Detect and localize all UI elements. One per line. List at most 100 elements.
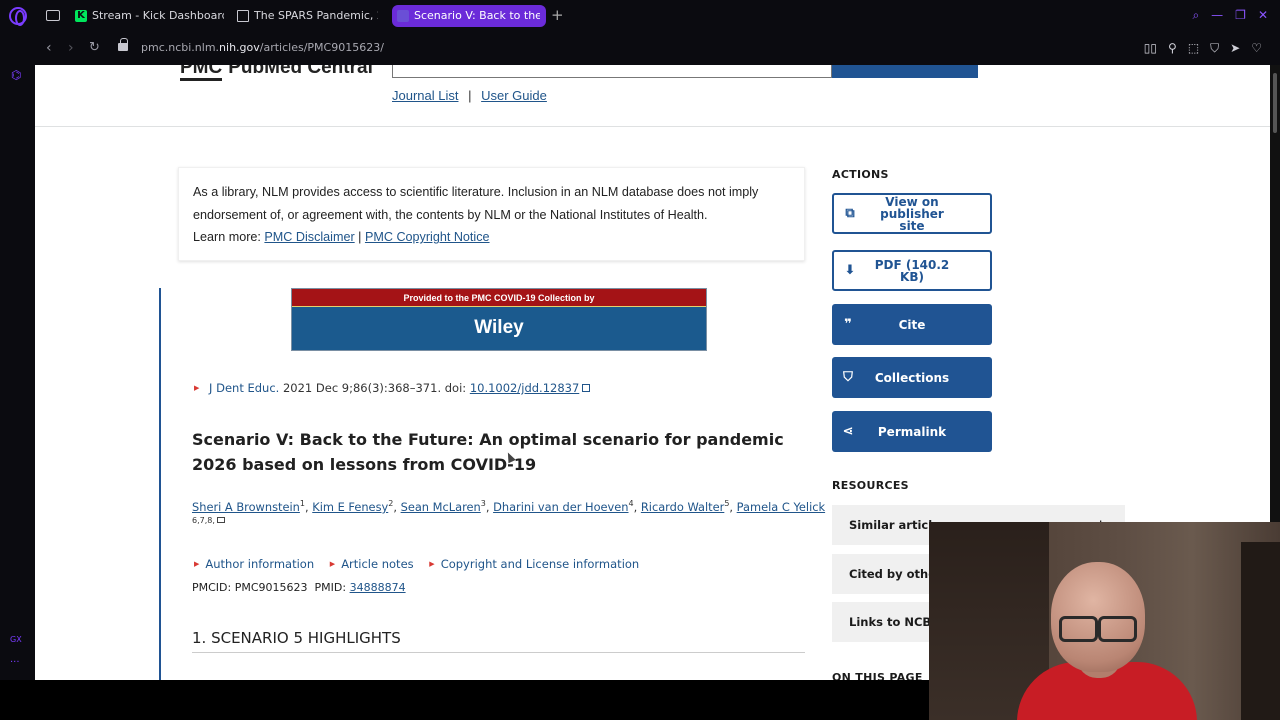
- author-link[interactable]: Ricardo Walter: [641, 500, 724, 514]
- author-affiliation: 3: [480, 499, 486, 508]
- article-ids: PMCID: PMC9015623 PMID: 34888874: [192, 581, 406, 594]
- tab-label: Stream - Kick Dashboard: [92, 9, 224, 22]
- tab-spars-pandemic[interactable]: The SPARS Pandemic, 2025: [232, 5, 384, 27]
- expand-triangle-icon[interactable]: ▶: [194, 384, 199, 392]
- permalink-button[interactable]: ⋖ Permalink: [832, 411, 992, 452]
- section-divider: [192, 652, 805, 653]
- shield-icon[interactable]: ⛉: [1210, 41, 1219, 56]
- pmc-favicon-icon: [397, 10, 409, 22]
- email-icon[interactable]: [216, 517, 225, 523]
- author-link[interactable]: Pamela C Yelick: [737, 500, 825, 514]
- header-divider: [35, 126, 1270, 127]
- external-link-icon: [582, 384, 591, 392]
- tab-island-icon[interactable]: [46, 10, 60, 21]
- author-affiliation: 5: [724, 499, 730, 508]
- search-input[interactable]: [392, 65, 832, 78]
- citation-details: 2021 Dec 9;86(3):368–371. doi:: [282, 381, 467, 395]
- author-affiliation: 2: [388, 499, 394, 508]
- nlm-notice: As a library, NLM provides access to sci…: [178, 167, 805, 261]
- opera-logo-icon[interactable]: [9, 7, 27, 26]
- tab-label: Scenario V: Back to the Fu: [414, 9, 540, 22]
- resources-heading: RESOURCES: [832, 479, 909, 492]
- scrollbar-thumb[interactable]: [1273, 73, 1277, 133]
- url-path: /articles/PMC9015623/: [259, 41, 384, 54]
- pmid-link[interactable]: 34888874: [350, 581, 406, 594]
- notice-line-1: As a library, NLM provides access to sci…: [193, 185, 759, 199]
- url-field[interactable]: pmc.ncbi.nlm.nih.gov/articles/PMC9015623…: [141, 41, 384, 54]
- pdf-download-button[interactable]: ⬇ PDF (140.2 KB): [832, 250, 992, 291]
- tab-scenario-v[interactable]: Scenario V: Back to the Fu: [392, 5, 546, 27]
- user-guide-link[interactable]: User Guide: [481, 88, 547, 103]
- link-separator: |: [468, 88, 472, 103]
- copyright-info-toggle[interactable]: ▶ Copyright and License information: [429, 557, 639, 571]
- cite-button[interactable]: ❞ Cite: [832, 304, 992, 345]
- author-link[interactable]: Sean McLaren: [401, 500, 481, 514]
- tab-kick-dashboard[interactable]: K Stream - Kick Dashboard: [70, 5, 230, 27]
- label-line-2: publisher site: [880, 206, 944, 233]
- citation-line: ▶ J Dent Educ. 2021 Dec 9;86(3):368–371.…: [194, 381, 591, 395]
- last-author-affiliations: 6,7,8,: [192, 516, 225, 525]
- author-link[interactable]: Dharini van der Hoeven: [493, 500, 628, 514]
- section-heading: 1. SCENARIO 5 HIGHLIGHTS: [192, 629, 401, 647]
- pmc-disclaimer-link[interactable]: PMC Disclaimer: [264, 230, 354, 244]
- info-link-label: Copyright and License information: [440, 557, 640, 571]
- article-title: Scenario V: Back to the Future: An optim…: [192, 430, 784, 474]
- journal-link[interactable]: J Dent Educ.: [209, 381, 279, 395]
- url-prefix: pmc.ncbi.nlm.: [141, 41, 220, 54]
- browser-tab-bar: K Stream - Kick Dashboard The SPARS Pand…: [0, 0, 1280, 32]
- doi-link[interactable]: 10.1002/jdd.12837: [470, 381, 579, 395]
- logo-pmc-text: PMC: [180, 65, 223, 81]
- notice-line-2: endorsement of, or agreement with, the c…: [193, 207, 708, 222]
- heart-icon[interactable]: ♡: [1251, 41, 1262, 56]
- gaming-icon[interactable]: ⌬: [11, 68, 21, 82]
- banner-publisher: Wiley: [474, 317, 524, 338]
- webcam-door-frame: [1241, 542, 1280, 720]
- author-link[interactable]: Kim E Fenesy: [312, 500, 388, 514]
- publisher-banner[interactable]: Provided to the PMC COVID-19 Collection …: [291, 288, 707, 351]
- button-label: Permalink: [877, 424, 947, 439]
- info-link-label: Article notes: [341, 557, 414, 571]
- kick-logo-icon: K: [75, 10, 87, 22]
- author-link[interactable]: Sheri A Brownstein: [192, 500, 300, 514]
- pmc-copyright-link[interactable]: PMC Copyright Notice: [365, 230, 490, 244]
- gx-label[interactable]: GX: [10, 635, 22, 644]
- article-left-rule: [159, 288, 161, 680]
- new-tab-plus-icon[interactable]: +: [551, 8, 564, 23]
- quote-icon: ❞: [844, 317, 852, 332]
- lock-icon[interactable]: [118, 38, 128, 51]
- tab-label: The SPARS Pandemic, 2025: [254, 9, 378, 22]
- button-label: View on publisher site: [866, 196, 990, 232]
- notice-line-3: Learn more: PMC Disclaimer | PMC Copyrig…: [193, 226, 790, 249]
- banner-caption: Provided to the PMC COVID-19 Collection …: [292, 289, 706, 307]
- address-bar: ‹ › ↻ pmc.ncbi.nlm.nih.gov/articles/PMC9…: [0, 32, 1280, 65]
- back-icon[interactable]: ‹: [46, 40, 52, 56]
- author-information-toggle[interactable]: ▶ Author information: [194, 557, 314, 571]
- journal-list-link[interactable]: Journal List: [392, 88, 458, 103]
- collections-button[interactable]: ⛉ Collections: [832, 357, 992, 398]
- send-icon[interactable]: ➤: [1230, 41, 1240, 56]
- forward-icon[interactable]: ›: [68, 40, 74, 56]
- view-on-publisher-button[interactable]: ⧉ View on publisher site: [832, 193, 992, 234]
- logo-name-text: PubMed Central: [228, 65, 373, 78]
- external-link-icon: ⧉: [845, 206, 855, 221]
- notice-separator: |: [358, 230, 362, 245]
- actions-heading: ACTIONS: [832, 168, 889, 181]
- minimize-icon[interactable]: —: [1211, 8, 1223, 23]
- expand-triangle-icon: ▶: [329, 560, 336, 568]
- pmc-logo[interactable]: PMC PubMed Central: [180, 65, 373, 81]
- split-view-icon[interactable]: ▯▯: [1144, 41, 1157, 56]
- reload-icon[interactable]: ↻: [89, 40, 100, 55]
- bookmark-icon: ⛉: [843, 370, 853, 385]
- search-tabs-icon[interactable]: ⌕: [1192, 8, 1199, 23]
- article-notes-toggle[interactable]: ▶ Article notes: [330, 557, 414, 571]
- close-window-icon[interactable]: ✕: [1258, 8, 1268, 23]
- affiliation-numbers: 6,7,8,: [192, 516, 215, 525]
- snapshot-icon[interactable]: ⬚: [1188, 41, 1199, 56]
- search-button[interactable]: [832, 65, 978, 78]
- author-affiliation: 4: [628, 499, 634, 508]
- more-icon[interactable]: ···: [10, 657, 20, 668]
- expand-triangle-icon: ▶: [194, 560, 200, 568]
- webcam-person-glasses: [1059, 616, 1137, 642]
- pin-icon[interactable]: ⚲: [1168, 41, 1177, 56]
- restore-icon[interactable]: ❐: [1235, 8, 1246, 23]
